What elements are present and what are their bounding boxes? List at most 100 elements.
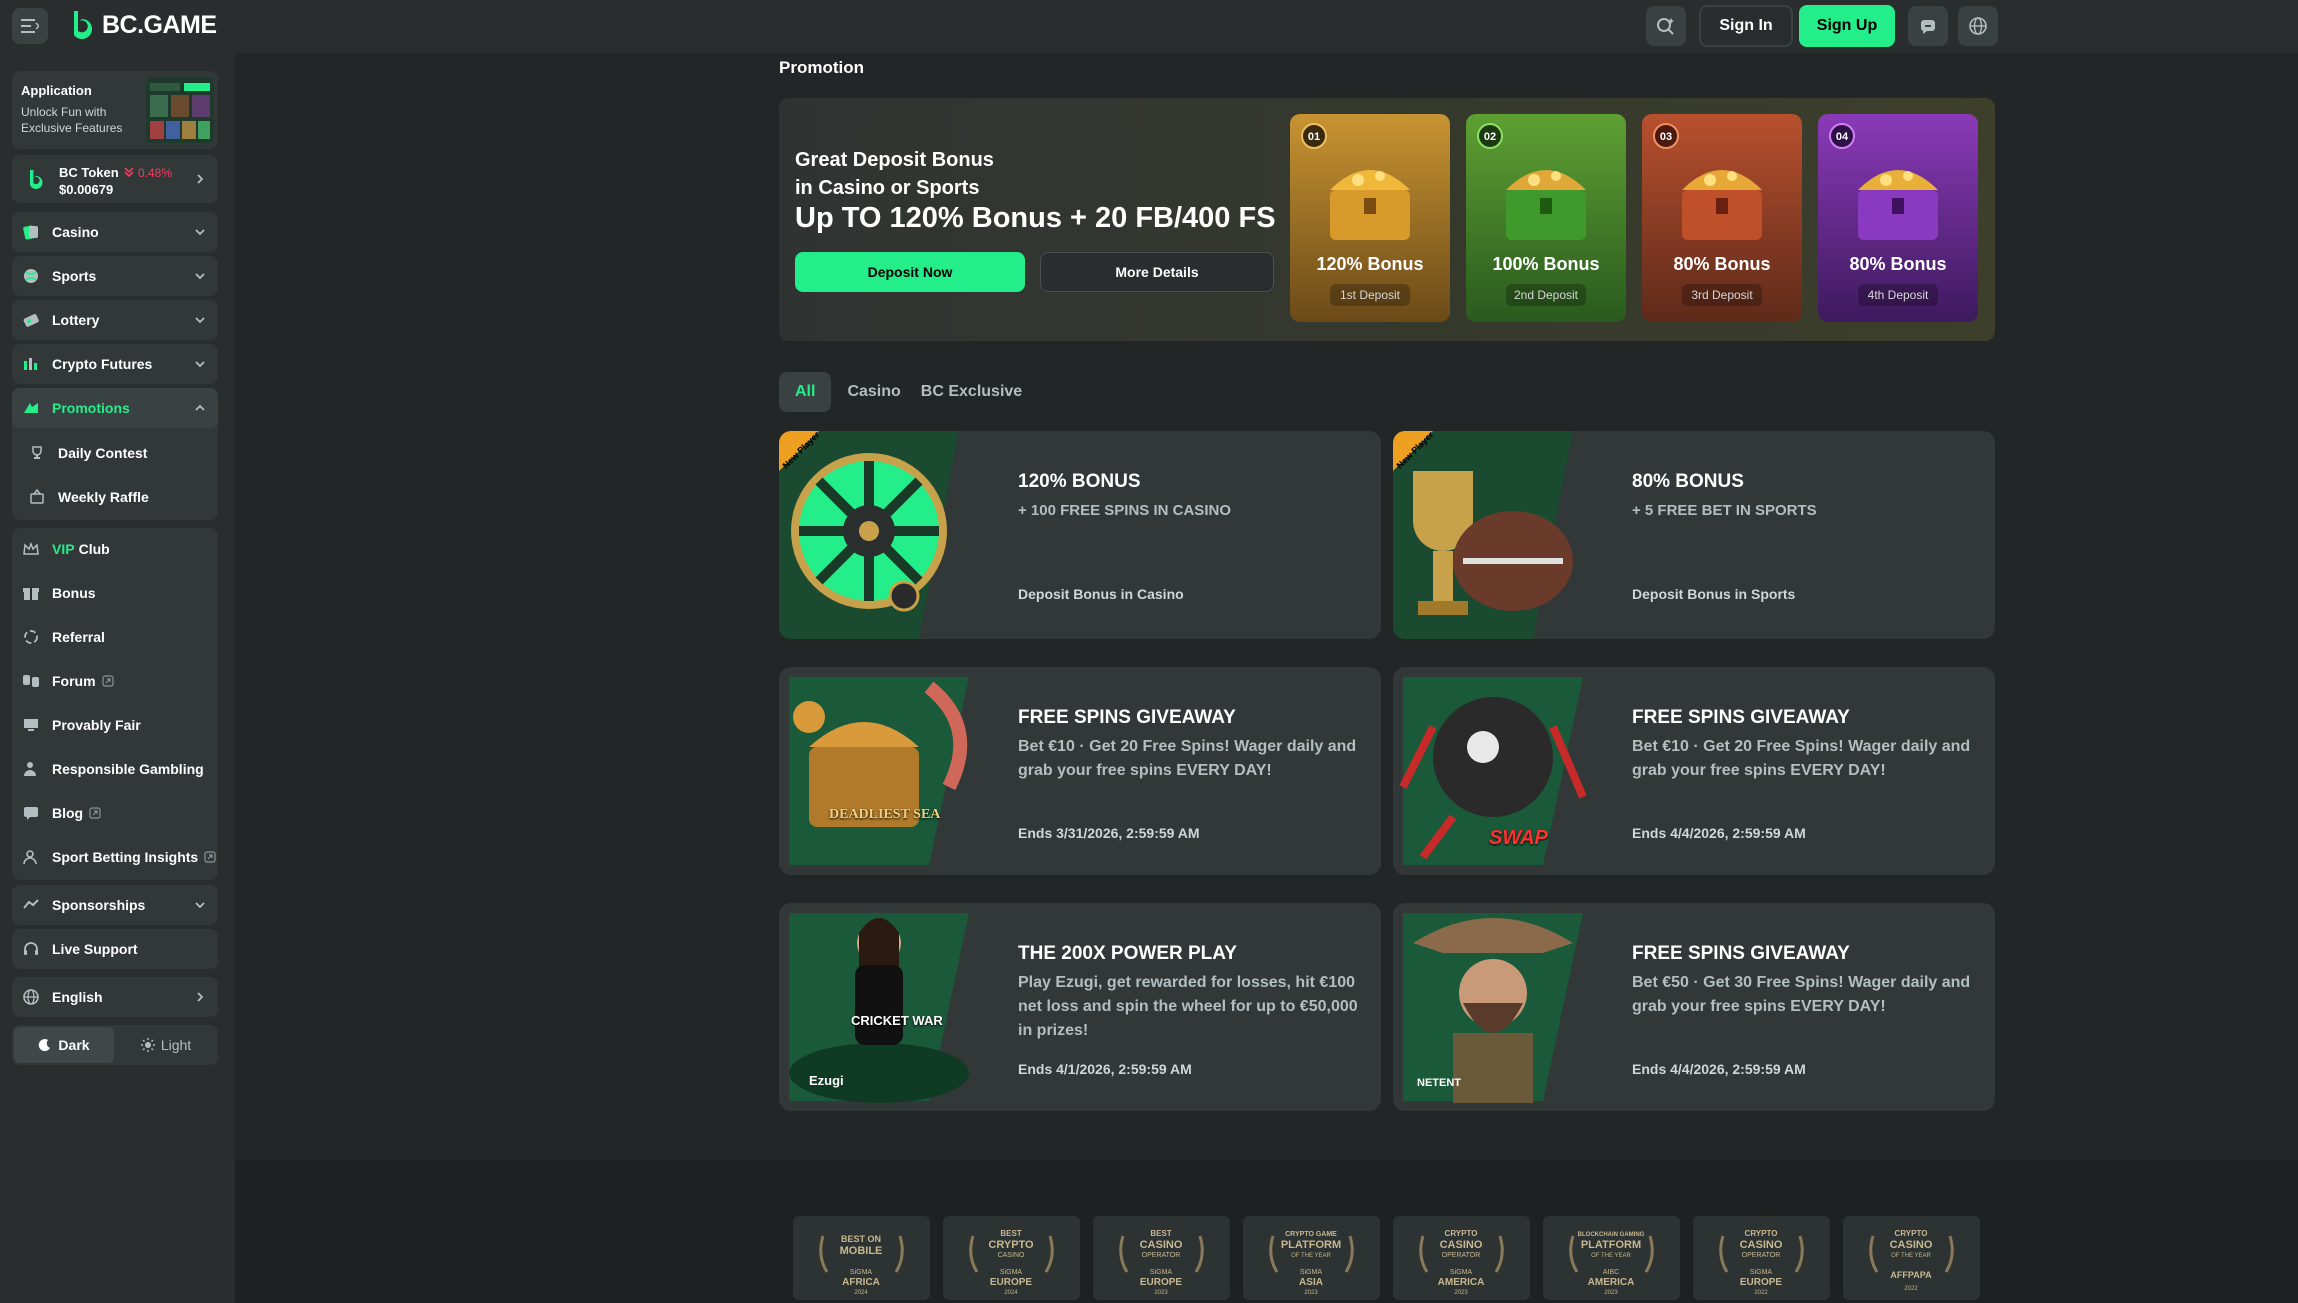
tier-label: 80% Bonus — [1849, 254, 1947, 274]
svg-text:SiGMA: SiGMA — [1150, 1269, 1173, 1276]
external-link-icon — [89, 807, 101, 819]
tab-casino[interactable]: Casino — [831, 372, 916, 412]
sign-up-button[interactable]: Sign Up — [1799, 5, 1895, 47]
crypto-futures-icon — [22, 355, 40, 373]
award-badge: CRYPTO CASINO OF THE YEAR AFFPAPA 2022 — [1843, 1216, 1980, 1300]
game-provider: NETENT — [1417, 1077, 1461, 1089]
bonus-tier-3[interactable]: 03 80% Bonus 3rd Deposit — [1642, 114, 1802, 322]
external-link-icon — [101, 675, 114, 687]
tab-bc-exclusive[interactable]: BC Exclusive — [917, 372, 1038, 412]
sidebar-item-label: Casino — [52, 224, 99, 240]
sidebar-item-vip-club[interactable]: VIP Club — [12, 530, 218, 568]
game-art-title: DEADLIEST SEA — [829, 807, 941, 822]
sidebar-item-label: Sport Betting Insights — [52, 849, 199, 865]
treasure-chest-icon — [1506, 170, 1586, 240]
promo-card-casino-bonus[interactable]: New Player 120% BONUS + 100 FREE SPINS I… — [779, 431, 1381, 639]
bonus-tier-2[interactable]: 02 100% Bonus 2nd Deposit — [1466, 114, 1626, 322]
promo-card-free-spins-2[interactable]: SWAP FREE SPINS GIVEAWAY Bet €10 · Get 2… — [1393, 667, 1995, 875]
chat-button[interactable] — [1908, 6, 1948, 46]
hero-line-2: in Casino or Sports — [795, 177, 980, 199]
hero-line-1: Great Deposit Bonus — [795, 149, 994, 171]
svg-text:CRYPTO: CRYPTO — [1445, 1229, 1478, 1238]
sidebar-item-forum[interactable]: Forum — [12, 662, 218, 700]
brand-logo[interactable]: BC.GAME — [68, 9, 217, 41]
chevron-down-icon — [195, 361, 205, 368]
chevron-up-icon — [195, 404, 205, 411]
svg-text:SiGMA: SiGMA — [1300, 1269, 1323, 1276]
promo-card-free-spins-1[interactable]: DEADLIEST SEA FREE SPINS GIVEAWAY Bet €1… — [779, 667, 1381, 875]
bonus-tier-1[interactable]: 01 120% Bonus 1st Deposit — [1290, 114, 1450, 322]
deposit-now-button[interactable]: Deposit Now — [795, 252, 1025, 292]
sidebar-item-daily-contest[interactable]: Daily Contest — [12, 434, 218, 472]
sidebar-item-label: Forum — [52, 673, 96, 689]
sidebar-item-label: Club — [78, 541, 110, 557]
sidebar-item-blog[interactable]: Blog — [12, 794, 218, 832]
svg-text:BEST: BEST — [1000, 1229, 1021, 1238]
language-selector[interactable]: English — [12, 977, 218, 1017]
sidebar-item-sponsorships[interactable]: Sponsorships — [12, 885, 218, 925]
theme-light-button[interactable]: Light — [116, 1027, 216, 1063]
svg-text:SiGMA: SiGMA — [1000, 1269, 1023, 1276]
more-details-button[interactable]: More Details — [1040, 252, 1274, 292]
svg-text:CASINO: CASINO — [1890, 1239, 1933, 1251]
sidebar-item-label: Referral — [52, 629, 105, 645]
down-trend-icon — [124, 167, 134, 178]
chevron-down-icon — [195, 273, 205, 280]
card-subtitle: + 100 FREE SPINS IN CASINO — [1018, 502, 1231, 519]
sidebar-item-promotions[interactable]: Promotions — [12, 388, 218, 428]
sidebar-item-casino[interactable]: Casino — [12, 212, 218, 252]
sidebar-item-provably-fair[interactable]: Provably Fair — [12, 706, 218, 744]
promo-card-sports-bonus[interactable]: New Player 80% BONUS + 5 FREE BET IN SPO… — [1393, 431, 1995, 639]
promotions-icon — [22, 399, 40, 417]
sidebar-item-label: Weekly Raffle — [58, 489, 149, 505]
game-art-title: SWAP — [1489, 827, 1548, 849]
bonus-tier-4[interactable]: 04 80% Bonus 4th Deposit — [1818, 114, 1978, 322]
sidebar-item-bonus[interactable]: Bonus — [12, 574, 218, 612]
provably-fair-icon — [22, 716, 40, 734]
tier-sub: 1st Deposit — [1330, 284, 1410, 306]
tier-label: 80% Bonus — [1673, 254, 1771, 274]
bc-token-price: $0.00679 — [59, 182, 114, 197]
chat-icon — [1921, 20, 1935, 34]
external-link-icon — [204, 851, 216, 863]
card-title: 80% BONUS — [1632, 471, 1744, 492]
tier-label: 100% Bonus — [1492, 254, 1600, 274]
svg-text:AMERICA: AMERICA — [1588, 1277, 1635, 1288]
sidebar-item-responsible-gambling[interactable]: Responsible Gambling — [12, 750, 218, 788]
treasure-chest-icon — [1330, 170, 1410, 240]
bc-token-card[interactable]: BC Token 0.48% $0.00679 — [12, 155, 218, 203]
globe-icon — [1969, 17, 1987, 35]
sidebar-item-live-support[interactable]: Live Support — [12, 929, 218, 969]
language-button[interactable] — [1958, 6, 1998, 46]
promo-card-free-spins-3[interactable]: NETENT FREE SPINS GIVEAWAY Bet €50 · Get… — [1393, 903, 1995, 1111]
sidebar-item-referral[interactable]: Referral — [12, 618, 218, 656]
promo-card-power-play[interactable]: CRICKET WAR Ezugi THE 200X POWER PLAY Pl… — [779, 903, 1381, 1111]
sidebar-item-weekly-raffle[interactable]: Weekly Raffle — [12, 478, 218, 516]
svg-text:BEST: BEST — [1150, 1229, 1171, 1238]
card-footer: Ends 4/4/2026, 2:59:59 AM — [1632, 1061, 1806, 1077]
card-subtitle: Bet €50 · Get 30 Free Spins! Wager daily… — [1632, 974, 1971, 1015]
sidebar-item-label: Live Support — [52, 941, 138, 957]
sidebar-item-label: Bonus — [52, 585, 96, 601]
menu-toggle-button[interactable] — [12, 8, 48, 44]
svg-text:SiGMA: SiGMA — [1750, 1269, 1773, 1276]
app-promo-card[interactable]: Application Unlock Fun with Exclusive Fe… — [12, 71, 218, 149]
sidebar-item-crypto-futures[interactable]: Crypto Futures — [12, 344, 218, 384]
tab-all[interactable]: All — [779, 372, 832, 412]
svg-text:CRYPTO: CRYPTO — [1745, 1229, 1778, 1238]
sports-icon — [22, 267, 40, 285]
theme-dark-button[interactable]: Dark — [14, 1027, 114, 1063]
card-subtitle: Play Ezugi, get rewarded for losses, hit… — [1018, 974, 1358, 1039]
svg-text:CASINO: CASINO — [1140, 1239, 1183, 1251]
search-button[interactable] — [1646, 6, 1686, 46]
treasure-chest-icon — [1682, 170, 1762, 240]
svg-text:OPERATOR: OPERATOR — [1742, 1252, 1781, 1259]
sign-in-button[interactable]: Sign In — [1699, 5, 1793, 47]
sidebar-item-label: Sports — [52, 268, 97, 284]
sidebar-item-sports[interactable]: Sports — [12, 256, 218, 296]
svg-text:2024: 2024 — [854, 1290, 868, 1296]
casino-icon — [22, 223, 40, 241]
sidebar-item-sport-betting-insights[interactable]: Sport Betting Insights — [12, 838, 218, 876]
sidebar-item-lottery[interactable]: Lottery — [12, 300, 218, 340]
card-title: FREE SPINS GIVEAWAY — [1018, 707, 1236, 728]
